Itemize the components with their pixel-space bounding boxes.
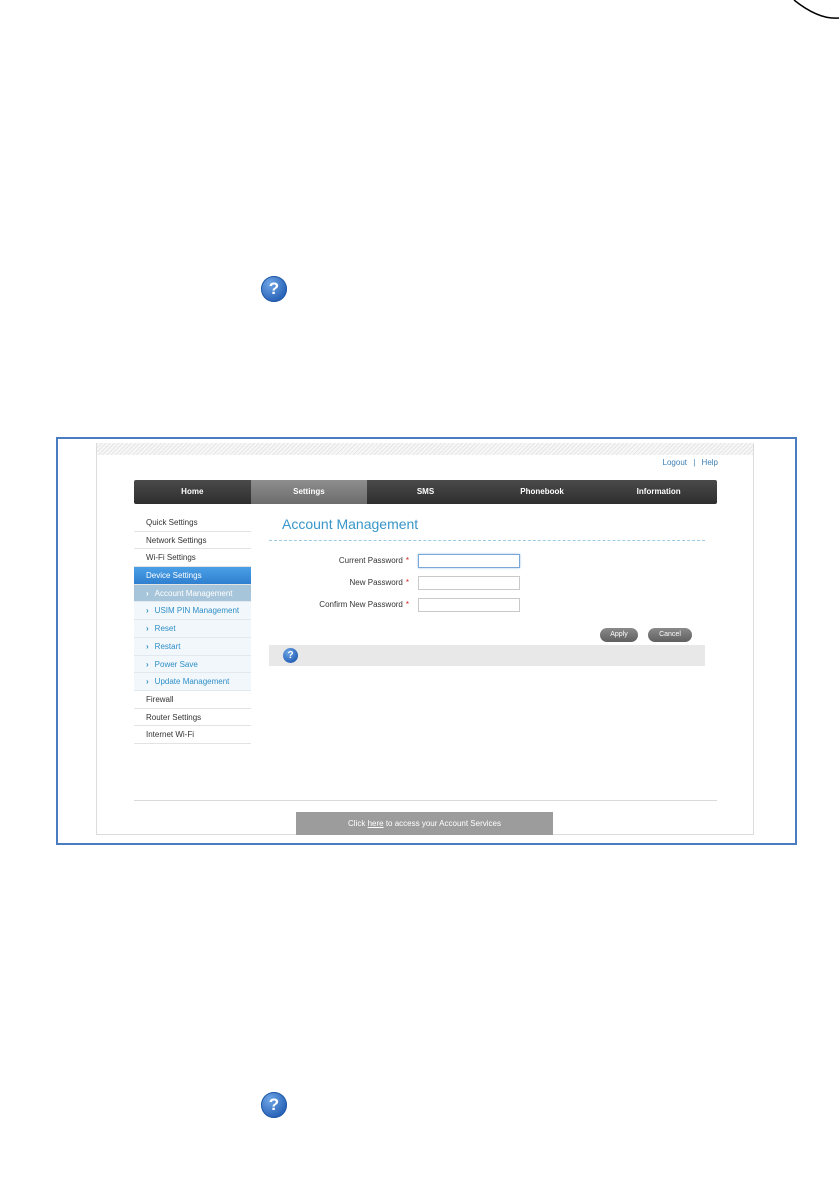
sidebar-subitem-account-management[interactable]: › Account Management [134,584,251,603]
sidebar-item-internet-wifi[interactable]: Internet Wi-Fi [134,726,251,744]
apply-button[interactable]: Apply [600,628,638,642]
chevron-right-icon: › [146,606,149,616]
required-mark: * [405,600,409,609]
nav-tab-phonebook[interactable]: Phonebook [484,480,601,504]
sidebar-item-device-settings[interactable]: Device Settings [134,567,251,585]
header-pattern [97,443,753,455]
nav-tab-settings[interactable]: Settings [250,480,368,504]
top-links-separator: | [693,458,696,467]
sidebar-item-wifi-settings[interactable]: Wi-Fi Settings [134,549,251,568]
sidebar-subitem-power-save[interactable]: › Power Save [134,655,251,674]
current-password-row: Current Password * [269,554,705,570]
new-password-input[interactable] [418,576,520,590]
sidebar-subitem-label: Reset [154,624,176,634]
help-bar: ? [269,645,705,666]
title-divider [269,540,705,541]
screenshot-frame: Logout | Help Home Settings SMS Phoneboo… [56,437,797,845]
help-link[interactable]: Help [702,458,718,467]
sidebar-subitem-label: USIM PIN Management [154,606,240,616]
footer-suffix: to access your Account Services [383,819,501,828]
sidebar-subitem-label: Account Management [154,588,233,598]
top-links: Logout | Help [663,458,718,467]
sidebar-subitem-update-management[interactable]: › Update Management [134,673,251,691]
chevron-right-icon: › [146,588,149,598]
new-password-label: New Password * [349,578,409,587]
sidebar-subitem-label: Update Management [154,677,230,687]
web-ui-panel: Logout | Help Home Settings SMS Phoneboo… [96,443,754,835]
account-services-link[interactable]: here [368,819,384,828]
confirm-password-label: Confirm New Password * [319,600,409,609]
page-edge-decoration [793,0,839,19]
account-services-bar: Click here to access your Account Servic… [296,812,553,835]
confirm-password-input[interactable] [418,598,520,612]
sidebar-item-network-settings[interactable]: Network Settings [134,531,251,550]
sidebar-item-router-settings[interactable]: Router Settings [134,708,251,727]
current-password-input[interactable] [418,554,520,568]
settings-sidebar: Quick Settings Network Settings Wi-Fi Se… [134,514,251,744]
nav-tab-sms[interactable]: SMS [367,480,484,504]
sidebar-subitem-label: Power Save [154,659,198,669]
sidebar-subitem-reset[interactable]: › Reset [134,620,251,638]
chevron-right-icon: › [146,624,149,634]
required-mark: * [405,578,409,587]
footer-divider [134,800,717,801]
sidebar-subitem-label: Restart [154,641,181,651]
chevron-right-icon: › [146,659,149,669]
sidebar-item-firewall[interactable]: Firewall [134,690,251,709]
sidebar-subitem-restart[interactable]: › Restart [134,637,251,656]
chevron-right-icon: › [146,677,149,687]
new-password-row: New Password * [269,576,705,592]
help-icon[interactable]: ? [283,648,298,663]
cancel-button[interactable]: Cancel [648,628,692,642]
nav-tab-home[interactable]: Home [134,480,251,504]
document-help-icon-bottom: ? [261,1092,287,1118]
footer-prefix: Click [348,819,368,828]
document-help-icon-top: ? [261,276,287,302]
current-password-label: Current Password * [338,556,409,565]
chevron-right-icon: › [146,641,149,651]
confirm-password-row: Confirm New Password * [269,598,705,614]
required-mark: * [405,556,409,565]
logout-link[interactable]: Logout [663,458,687,467]
main-navigation: Home Settings SMS Phonebook Information [134,480,717,504]
sidebar-item-quick-settings[interactable]: Quick Settings [134,514,251,532]
nav-tab-information[interactable]: Information [600,480,717,504]
sidebar-subitem-usim-pin-management[interactable]: › USIM PIN Management [134,602,251,621]
page-title: Account Management [282,516,419,532]
